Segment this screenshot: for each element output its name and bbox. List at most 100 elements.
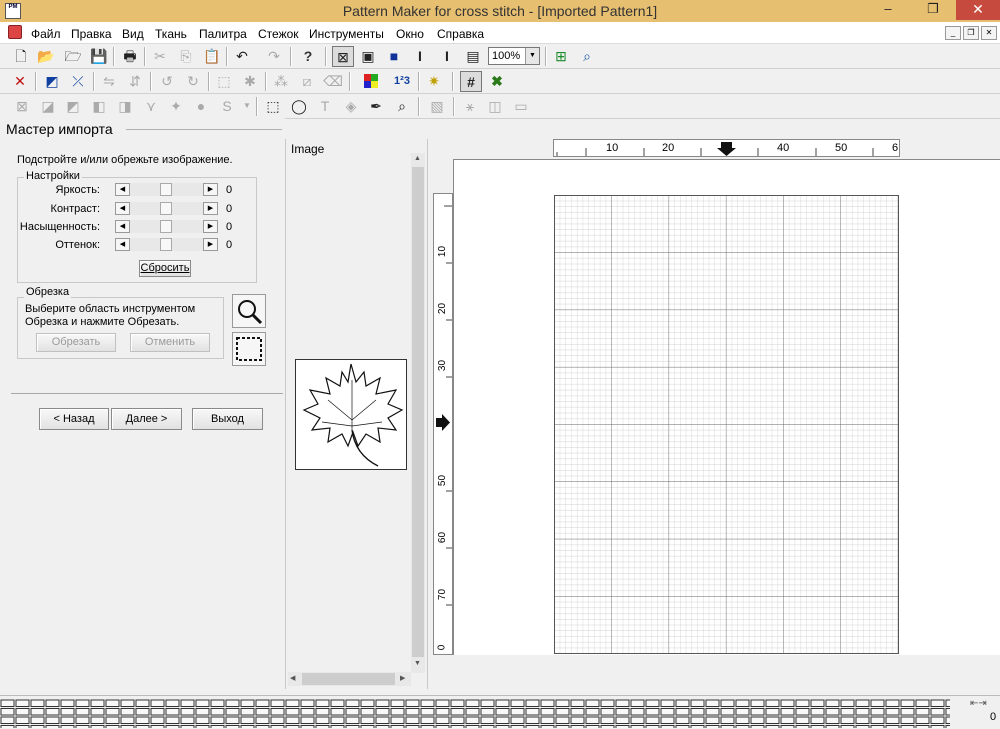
- undo-icon[interactable]: ↶: [231, 46, 253, 67]
- save-icon[interactable]: 💾: [88, 46, 110, 67]
- scroll-left-icon[interactable]: ◀: [290, 674, 295, 682]
- crop-select-icon[interactable]: [232, 332, 266, 366]
- saturation-decrease-icon[interactable]: ◀: [115, 220, 130, 233]
- half-stitch-icon[interactable]: ◪: [37, 96, 59, 117]
- scroll-right-icon[interactable]: ▶: [400, 674, 405, 682]
- eraser-icon[interactable]: ⌫: [322, 71, 344, 92]
- lasso-select-icon[interactable]: ◯: [288, 96, 310, 117]
- stitch-view-icon[interactable]: ▣: [357, 46, 379, 67]
- paste-icon[interactable]: 📋: [201, 46, 223, 67]
- window-icon[interactable]: ▭: [510, 96, 532, 117]
- menu-tools[interactable]: Инструменты: [309, 27, 384, 41]
- magnifier-icon[interactable]: ⌕: [391, 96, 413, 117]
- petite-stitch-icon[interactable]: ◨: [114, 96, 136, 117]
- fill-tool-icon[interactable]: ◈: [340, 96, 362, 117]
- chevron-down-icon[interactable]: ▼: [525, 48, 539, 64]
- brightness-decrease-icon[interactable]: ◀: [115, 183, 130, 196]
- hue-increase-icon[interactable]: ▶: [203, 238, 218, 251]
- image-vscroll-thumb[interactable]: [412, 167, 424, 657]
- specialty-stitch-icon[interactable]: ✦: [165, 96, 187, 117]
- zoom-select[interactable]: 100% ▼: [488, 47, 540, 65]
- text-tool-icon[interactable]: T: [314, 96, 336, 117]
- redo-icon[interactable]: ↷: [263, 46, 285, 67]
- open-file-icon[interactable]: 📂: [35, 46, 57, 67]
- menu-stitch[interactable]: Стежок: [258, 27, 299, 41]
- saturation-thumb[interactable]: [160, 220, 172, 233]
- cut-icon[interactable]: ✂: [149, 46, 171, 67]
- reset-button[interactable]: Сбросить: [139, 260, 191, 277]
- zoom-icon[interactable]: [232, 294, 266, 328]
- back-button[interactable]: < Назад: [39, 408, 109, 430]
- menu-edit[interactable]: Правка: [71, 27, 112, 41]
- minimize-icon[interactable]: –: [866, 0, 910, 20]
- fill-stitches-icon[interactable]: ✱: [239, 71, 261, 92]
- mdi-close-icon[interactable]: ✕: [981, 26, 997, 40]
- chevron-down-icon[interactable]: ▼: [236, 96, 258, 117]
- full-stitch-icon[interactable]: ⊠: [332, 46, 354, 67]
- cross-stitch-icon[interactable]: ✖: [486, 71, 508, 92]
- close-icon[interactable]: ✕: [956, 0, 1000, 20]
- numbering-icon[interactable]: 1²3: [391, 71, 413, 92]
- maximize-icon[interactable]: ❐: [911, 0, 955, 20]
- contrast-increase-icon[interactable]: ▶: [203, 202, 218, 215]
- fit-to-window-icon[interactable]: ⊞: [550, 46, 572, 67]
- pattern-canvas[interactable]: [453, 159, 1000, 655]
- fractional-stitch-icon[interactable]: ⋎: [140, 96, 162, 117]
- menu-view[interactable]: Вид: [122, 27, 144, 41]
- crop-button[interactable]: Обрезать: [36, 333, 116, 352]
- three-quarter-stitch-icon[interactable]: ◧: [88, 96, 110, 117]
- rotate-right-icon[interactable]: ↻: [182, 71, 204, 92]
- palette-color-icon[interactable]: [360, 71, 382, 92]
- knot-icon[interactable]: S: [216, 96, 238, 117]
- contrast-decrease-icon[interactable]: ◀: [115, 202, 130, 215]
- brightness-track[interactable]: [130, 183, 206, 196]
- help-icon[interactable]: ?: [297, 46, 319, 67]
- backstitch-tool-icon[interactable]: ⧄: [296, 71, 318, 92]
- menu-palette[interactable]: Палитра: [199, 27, 247, 41]
- image-horizontal-scrollbar[interactable]: ◀ ▶: [288, 672, 411, 686]
- bead-icon[interactable]: ●: [190, 96, 212, 117]
- scroll-down-icon[interactable]: ▼: [414, 660, 421, 667]
- cancel-button[interactable]: Отменить: [130, 333, 210, 352]
- columns-icon[interactable]: ◫: [484, 96, 506, 117]
- quarter-stitch-icon[interactable]: ◩: [62, 96, 84, 117]
- symbol-view-icon[interactable]: I: [409, 46, 431, 67]
- palette-swatch-strip[interactable]: [0, 699, 950, 729]
- swap-color-icon[interactable]: ⤫: [67, 71, 89, 92]
- hue-track[interactable]: [130, 238, 206, 251]
- zoom-tool-icon[interactable]: ⌕: [576, 46, 598, 67]
- notepad-icon[interactable]: ▤: [462, 46, 484, 67]
- scroll-up-icon[interactable]: ▲: [414, 155, 421, 162]
- scroll-arrows-icon[interactable]: ⇤⇥: [970, 698, 987, 709]
- rect-select-icon[interactable]: ⬚: [262, 96, 284, 117]
- symbol-color-view-icon[interactable]: I: [436, 46, 458, 67]
- menu-help[interactable]: Справка: [437, 27, 484, 41]
- hue-decrease-icon[interactable]: ◀: [115, 238, 130, 251]
- document-icon[interactable]: [8, 25, 22, 39]
- remove-isolated-icon[interactable]: ⁂: [270, 71, 292, 92]
- flip-vertical-icon[interactable]: ⇵: [124, 71, 146, 92]
- select-stitches-icon[interactable]: ⬚: [213, 71, 235, 92]
- color-block-icon[interactable]: ■: [383, 46, 405, 67]
- saturation-track[interactable]: [130, 220, 206, 233]
- brightness-thumb[interactable]: [160, 183, 172, 196]
- image-vertical-scrollbar[interactable]: ▲ ▼: [411, 153, 425, 673]
- mdi-restore-icon[interactable]: ❐: [963, 26, 979, 40]
- full-cross-icon[interactable]: ⊠: [11, 96, 33, 117]
- image-hscroll-thumb[interactable]: [302, 673, 395, 685]
- menu-fabric[interactable]: Ткань: [155, 27, 187, 41]
- mdi-minimize-icon[interactable]: _: [945, 26, 961, 40]
- menu-file[interactable]: Файл: [31, 27, 61, 41]
- next-button[interactable]: Далее >: [111, 408, 182, 430]
- contrast-track[interactable]: [130, 202, 206, 215]
- highlight-icon[interactable]: ✷: [423, 71, 445, 92]
- hue-thumb[interactable]: [160, 238, 172, 251]
- rotate-left-icon[interactable]: ↺: [156, 71, 178, 92]
- replace-color-icon[interactable]: ◩: [41, 71, 63, 92]
- flip-horizontal-icon[interactable]: ⇋: [98, 71, 120, 92]
- contrast-thumb[interactable]: [160, 202, 172, 215]
- print-icon[interactable]: 🖶: [119, 46, 141, 67]
- eyedropper-icon[interactable]: ✒: [365, 96, 387, 117]
- copy-icon[interactable]: ⎘: [175, 46, 197, 67]
- grid-icon[interactable]: #: [460, 71, 482, 92]
